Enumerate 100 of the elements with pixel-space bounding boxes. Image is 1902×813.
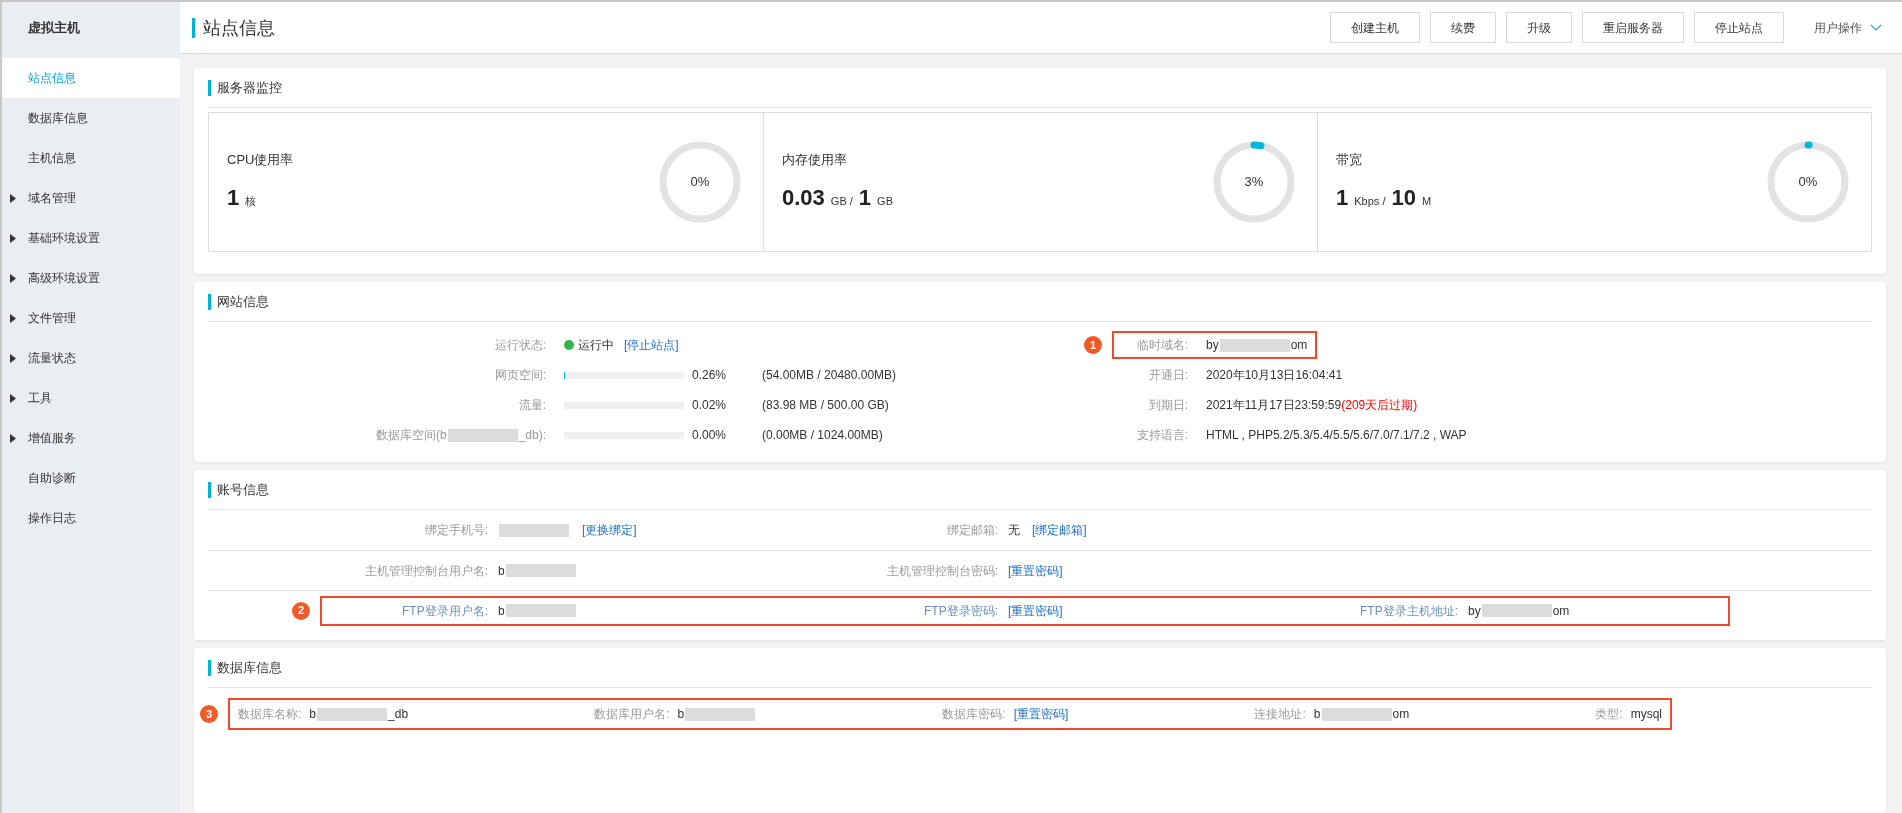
blurred-text xyxy=(685,707,756,721)
metric-unit: GB xyxy=(877,194,893,210)
gauge-percent: 3% xyxy=(1244,174,1264,190)
toolbar-button[interactable]: 停止站点 xyxy=(1694,12,1784,43)
field-label: 绑定手机号: xyxy=(424,522,488,539)
sidebar-item[interactable]: 文件管理 xyxy=(2,298,180,338)
metric-value: 0.03 xyxy=(782,184,825,213)
sidebar-item[interactable]: 工具 xyxy=(2,378,180,418)
link[interactable]: [重置密码] xyxy=(1008,601,1063,620)
gauge-percent: 0% xyxy=(1798,174,1818,190)
expand-arrow-icon xyxy=(10,193,16,203)
toolbar-button[interactable]: 创建主机 xyxy=(1330,12,1420,43)
link[interactable]: [重置密码] xyxy=(1008,561,1063,580)
sidebar-item[interactable]: 主机信息 xyxy=(2,138,180,178)
usage-detail: (83.98 MB / 500.00 GB) xyxy=(762,397,889,414)
section-title: 账号信息 xyxy=(208,481,269,498)
sidebar-item[interactable]: 数据库信息 xyxy=(2,98,180,138)
metric-unit: GB / xyxy=(830,194,853,210)
metric-value: 1 xyxy=(227,184,240,213)
blurred-text xyxy=(499,523,569,537)
link[interactable]: [重置密码] xyxy=(1013,705,1069,723)
field-label: 到期日: xyxy=(1147,397,1189,414)
field-value: 2021年11月17日23:59:59 xyxy=(1206,397,1342,414)
field-label: 主机管理控制台密码: xyxy=(886,562,998,580)
field-label: 绑定邮箱: xyxy=(946,522,998,539)
expand-arrow-icon xyxy=(10,313,16,323)
field-label: 数据库用户名: xyxy=(594,706,670,723)
metric-label: CPU使用率 xyxy=(227,150,294,169)
sidebar-item[interactable]: 基础环境设置 xyxy=(2,218,180,258)
expand-arrow-icon xyxy=(10,353,16,363)
blurred-text xyxy=(447,428,518,442)
blurred-text xyxy=(1219,338,1290,352)
link[interactable]: [更换绑定] xyxy=(582,521,637,539)
toolbar-button[interactable]: 续费 xyxy=(1430,12,1496,43)
usage-percent: 0.26% xyxy=(692,367,728,384)
field-value: 2020年10月13日16:04:41 xyxy=(1206,367,1343,384)
field-label: 开通日: xyxy=(1147,367,1189,384)
field-label: 数据库密码: xyxy=(942,706,1006,723)
user-menu[interactable]: 用户操作 xyxy=(1814,18,1882,37)
field-label: 数据库空间(b xyxy=(375,427,447,444)
section-title: 服务器监控 xyxy=(208,79,282,96)
sidebar-item[interactable]: 域名管理 xyxy=(2,178,180,218)
sidebar-item[interactable]: 操作日志 xyxy=(2,498,180,538)
link[interactable]: [停止站点] xyxy=(624,336,679,354)
field-label: 网页空间: xyxy=(494,367,546,384)
field-value: b xyxy=(309,706,317,723)
field-value: om xyxy=(1392,706,1410,723)
usage-detail: (0.00MB / 1024.00MB) xyxy=(762,427,883,444)
metric-value: 1 xyxy=(1336,184,1349,213)
section-title: 网站信息 xyxy=(208,293,269,310)
expiry-note: (209天后过期) xyxy=(1341,397,1418,414)
field-value: _db xyxy=(388,706,409,723)
field-label: 数据库名称: xyxy=(238,706,302,723)
field-label: FTP登录用户名: xyxy=(402,602,488,620)
field-value: HTML , PHP5.2/5.3/5.4/5.5/5.6/7.0/7.1/7.2 , WAP xyxy=(1206,427,1467,444)
field-value: b xyxy=(498,562,505,580)
blurred-text xyxy=(317,707,388,721)
field-label: 支持语言: xyxy=(1135,427,1189,444)
field-value: mysql xyxy=(1630,706,1662,723)
field-label: 主机管理控制台用户名: xyxy=(364,562,488,580)
chevron-down-icon xyxy=(1870,24,1882,31)
gauge-percent: 0% xyxy=(690,174,710,190)
field-label: 运行状态: xyxy=(494,337,546,354)
section-title: 数据库信息 xyxy=(208,659,282,676)
annotation-badge: 3 xyxy=(200,705,218,723)
metric-value: 10 xyxy=(1391,184,1416,213)
expand-arrow-icon xyxy=(10,233,16,243)
field-label: _db): xyxy=(518,427,546,444)
sidebar-item[interactable]: 自助诊断 xyxy=(2,458,180,498)
field-label: FTP登录密码: xyxy=(924,602,998,620)
page-title: 站点信息 xyxy=(192,17,275,38)
status-text: 运行中 xyxy=(578,337,614,354)
metric-value: 1 xyxy=(858,184,872,213)
metric-unit: M xyxy=(1421,194,1432,210)
usage-percent: 0.00% xyxy=(692,427,728,444)
field-label: 流量: xyxy=(518,397,546,414)
field-label: 类型: xyxy=(1595,706,1623,723)
annotation-badge: 1 xyxy=(1084,336,1102,354)
field-value: 无 xyxy=(1008,522,1020,539)
field-value: b xyxy=(498,602,505,620)
sidebar-item[interactable]: 增值服务 xyxy=(2,418,180,458)
field-value: b xyxy=(677,706,685,723)
toolbar-button[interactable]: 重启服务器 xyxy=(1582,12,1684,43)
field-value: by xyxy=(1206,337,1219,354)
expand-arrow-icon xyxy=(10,393,16,403)
field-label: 连接地址: xyxy=(1254,706,1306,723)
annotation-badge: 2 xyxy=(292,601,310,620)
toolbar-button[interactable]: 升级 xyxy=(1506,12,1572,43)
blurred-text xyxy=(505,604,576,617)
blurred-text xyxy=(1321,707,1392,721)
blurred-text xyxy=(1481,604,1552,617)
field-label: 临时域名: xyxy=(1135,337,1189,354)
expand-arrow-icon xyxy=(10,273,16,283)
field-value: om xyxy=(1290,337,1308,354)
metric-label: 带宽 xyxy=(1336,150,1363,169)
sidebar-item[interactable]: 流量状态 xyxy=(2,338,180,378)
field-value: om xyxy=(1552,602,1570,620)
sidebar-item[interactable]: 高级环境设置 xyxy=(2,258,180,298)
field-value: by xyxy=(1468,602,1481,620)
link[interactable]: [绑定邮箱] xyxy=(1032,521,1087,539)
